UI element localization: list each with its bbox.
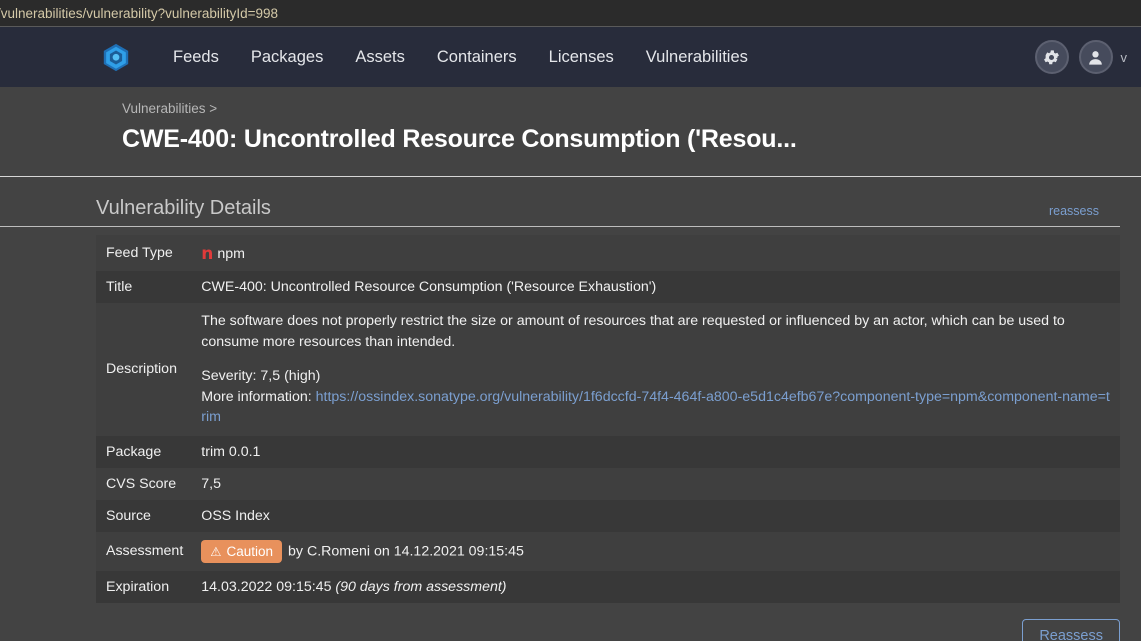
nav-item-containers[interactable]: Containers xyxy=(421,40,533,75)
table-row-package: Package trim 0.0.1 xyxy=(96,435,1120,468)
row-value-description: The software does not properly restrict … xyxy=(191,303,1120,436)
nav-item-assets[interactable]: Assets xyxy=(339,40,421,75)
status-badge-label: Caution xyxy=(226,543,274,559)
expiration-date: 14.03.2022 09:15:45 xyxy=(201,578,332,595)
row-value-feed-type: n npm xyxy=(191,235,1120,271)
footer-actions: Reassess xyxy=(0,618,1141,641)
row-label-package: Package xyxy=(96,435,192,468)
description-text: The software does not properly restrict … xyxy=(201,313,1065,350)
row-label-title: Title xyxy=(96,271,192,303)
page-content: Vulnerability Details reassess Feed Type… xyxy=(0,197,1141,641)
row-label-assessment: Assessment xyxy=(96,531,192,571)
description-more-info: More information: https://ossindex.sonat… xyxy=(201,387,1112,428)
table-row-cvs-score: CVS Score 7,5 xyxy=(96,467,1120,500)
table-row-title: Title CWE-400: Uncontrolled Resource Con… xyxy=(96,271,1120,303)
page-title: CWE-400: Uncontrolled Resource Consumpti… xyxy=(122,125,797,153)
table-row-assessment: Assessment ⚠ Caution by C.Romeni on 14.12.… xyxy=(96,531,1120,571)
table-row-source: Source OSS Index xyxy=(96,499,1120,532)
gear-icon[interactable] xyxy=(1034,40,1069,74)
section-title: Vulnerability Details xyxy=(96,197,271,219)
cube-logo-icon[interactable] xyxy=(99,40,133,74)
nav-item-packages[interactable]: Packages xyxy=(235,40,339,75)
table-row-feed-type: Feed Type n npm xyxy=(96,235,1120,271)
row-value-source: OSS Index xyxy=(191,499,1120,532)
url-text: /vulnerabilities/vulnerability?vulnerabi… xyxy=(0,5,279,21)
reassess-link[interactable]: reassess xyxy=(1049,204,1099,220)
section-header: Vulnerability Details reassess xyxy=(0,197,1120,227)
table-row-expiration: Expiration 14.03.2022 09:15:45 (90 days … xyxy=(96,570,1120,603)
assessment-meta: by C.Romeni on 14.12.2021 09:15:45 xyxy=(288,543,524,560)
navbar-right-actions: v xyxy=(1034,40,1128,74)
feed-type-text: npm xyxy=(217,246,245,262)
main-navbar: Feeds Packages Assets Containers License… xyxy=(0,27,1141,87)
breadcrumb[interactable]: Vulnerabilities > xyxy=(122,101,1141,116)
page-title-band: Vulnerabilities > CWE-400: Uncontrolled … xyxy=(0,87,1141,177)
row-label-description: Description xyxy=(96,303,192,436)
warning-triangle-icon: ⚠ xyxy=(210,544,222,559)
row-label-expiration: Expiration xyxy=(96,570,192,603)
description-severity: Severity: 7,5 (high) xyxy=(201,368,321,385)
row-label-source: Source xyxy=(96,499,192,532)
more-info-label: More information: xyxy=(201,388,312,405)
browser-url-bar[interactable]: /vulnerabilities/vulnerability?vulnerabi… xyxy=(0,0,1141,27)
nav-item-licenses[interactable]: Licenses xyxy=(533,40,630,75)
nav-item-vulnerabilities[interactable]: Vulnerabilities xyxy=(630,40,764,75)
user-avatar-icon[interactable] xyxy=(1078,40,1113,74)
row-label-feed-type: Feed Type xyxy=(96,235,192,271)
row-label-cvs-score: CVS Score xyxy=(96,467,192,500)
chevron-down-icon[interactable]: v xyxy=(1121,50,1128,65)
expiration-note: (90 days from assessment) xyxy=(335,578,507,595)
npm-icon: n xyxy=(201,244,214,264)
more-info-link[interactable]: https://ossindex.sonatype.org/vulnerabil… xyxy=(201,389,1110,426)
table-row-description: Description The software does not proper… xyxy=(96,303,1120,436)
vulnerability-details-table: Feed Type n npm Title CWE-400: Uncontroll… xyxy=(96,235,1120,603)
status-badge[interactable]: ⚠ Caution xyxy=(201,539,283,563)
row-value-cvs-score: 7,5 xyxy=(191,467,1120,500)
navbar-links: Feeds Packages Assets Containers License… xyxy=(157,40,764,75)
reassess-button[interactable]: Reassess xyxy=(1022,618,1120,641)
row-value-package: trim 0.0.1 xyxy=(191,435,1120,468)
row-value-assessment: ⚠ Caution by C.Romeni on 14.12.2021 09:15:… xyxy=(191,531,1120,571)
nav-item-feeds[interactable]: Feeds xyxy=(157,40,235,75)
row-value-title: CWE-400: Uncontrolled Resource Consumpti… xyxy=(191,271,1120,303)
row-value-expiration: 14.03.2022 09:15:45 (90 days from assess… xyxy=(191,570,1120,603)
